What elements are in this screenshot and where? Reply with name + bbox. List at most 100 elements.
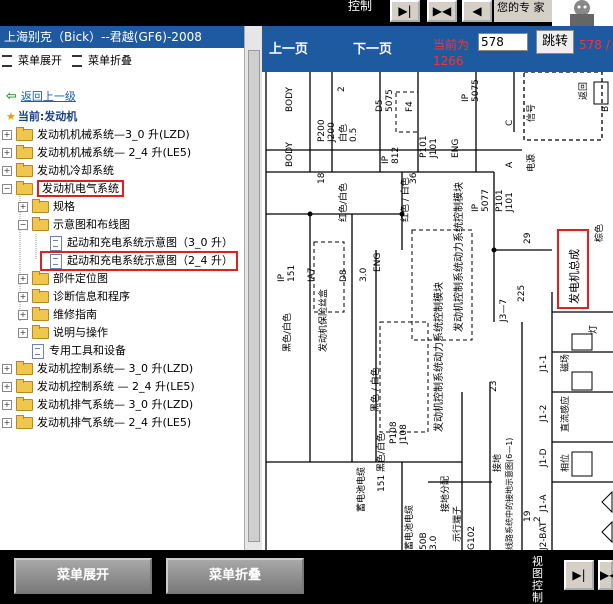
expand-toggle-icon[interactable]: + [18,292,28,302]
diagram-label: 发动机控制系统动力系统控制模块 [432,282,445,432]
diagram-label: 红色/白色 [337,183,349,222]
expand-toggle-icon[interactable]: + [2,364,12,374]
expand-toggle-icon[interactable]: + [18,328,28,338]
folder-icon [32,199,49,213]
diagram-label: 2 [533,516,543,522]
diagram-label: 5075 [385,89,395,112]
wiring-diagram: BODY P200 J200 2 BODY 18 白色 0.5 D5 5075 … [265,72,613,550]
diagram-label: 5077 [481,189,491,212]
diagram-label: 151 黑色/白色 [375,433,387,492]
tree-item[interactable]: + 说明与操作 [18,324,108,342]
tree-item-label: 发动机冷却系统 [37,164,114,177]
jump-button[interactable]: 跳转 [536,30,574,54]
tree-item[interactable]: + 发动机控制系统 — 2_4 升(LE5) [2,378,195,396]
expand-toggle-icon[interactable]: + [2,418,12,428]
tree-item-label: 发动机排气系统— 2_4 升(LE5) [37,416,192,429]
diagram-label: 灯 [588,325,599,334]
expand-toggle-icon[interactable]: + [18,274,28,284]
diagram-label: IP [277,273,287,282]
diagram-label: 5075 [471,79,481,102]
bottom-collapse-button[interactable]: 菜单折叠 [166,558,304,594]
top-next-button[interactable]: ▶| [390,0,420,22]
expert-avatar [552,0,613,26]
tree-item[interactable]: + 部件定位图 [18,270,108,288]
diagram-label: J1-A [539,494,549,513]
diagram-label: J108 [399,424,409,445]
diagram-label: 红色 / 白色 [399,177,411,222]
next-page-button[interactable]: 下一页 [353,38,392,57]
tree-item[interactable]: − 发动机电气系统 [2,180,124,198]
diagram-label: 返回 [577,82,589,100]
tree-item[interactable]: + 发动机排气系统— 2_4 升(LE5) [2,414,191,432]
diagram-label: J2-BAT [539,521,549,550]
current-page-label: 当前为 [433,38,470,52]
diagram-label: 白色 [337,124,349,142]
view-next-button[interactable]: ▶| [564,560,594,590]
tree-item[interactable]: + 维修指南 [18,306,97,324]
folder-icon [16,397,33,411]
diagram-label: J1-D [539,448,549,468]
tree-item-label: 专用工具和设备 [49,344,126,357]
expand-toggle-icon[interactable]: + [2,382,12,392]
page-number-input[interactable] [478,33,528,51]
prev-page-button[interactable]: 上一页 [269,38,308,57]
diagram-label: A [505,161,515,168]
expert-status: 您的专 家 [494,0,552,22]
diagram-label: 23 [489,381,499,392]
top-fit-button[interactable]: ▶◀ [427,0,457,22]
tree-panel: 上海别克（Bick）--君越(GF6)-2008 菜单展开 菜单折叠 ⇦ 返回上一… [0,26,245,550]
collapse-toggle-icon[interactable]: − [2,184,12,194]
tree-item[interactable]: + 发动机冷却系统 [2,162,114,180]
diagram-label: 19 [523,510,533,522]
diagram-label: 50B [419,532,429,550]
generator-label: 发电机总成 [567,249,581,304]
diagram-label: 线路系统中的接地示意图(6—1) [504,438,514,550]
tree-item[interactable]: + 发动机排气系统— 3_0 升(LZD) [2,396,193,414]
diagram-label: J200 [327,122,337,143]
diagram-label: 电源 [525,154,537,172]
tree-item[interactable]: + 规格 [18,198,75,216]
bottom-expand-button[interactable]: 菜单展开 [14,558,152,594]
diagram-label: 3.0 [429,535,439,550]
diagram-label: IA7 [307,267,317,282]
tree-item[interactable]: 专用工具和设备 [32,342,126,360]
expand-toggle-icon[interactable]: + [18,202,28,212]
expand-toggle-icon[interactable]: + [2,130,12,140]
expand-toggle-icon[interactable]: + [2,400,12,410]
tree-item[interactable]: − 示意图和布线图 [18,216,130,234]
expand-toggle-icon[interactable]: + [2,148,12,158]
tree-item-label: 起动和充电系统示意图（2_4 升） [67,254,233,267]
diagram-label: 接地 [491,454,503,472]
mascot-icon [570,0,594,26]
expand-toggle-icon[interactable]: + [2,166,12,176]
folder-icon [16,415,33,429]
folder-icon [32,289,49,303]
page-total-current: 578 / [579,38,610,52]
tree-item[interactable]: + 发动机控制系统— 3_0 升(LZD) [2,360,193,378]
folder-icon [32,271,49,285]
tree-item[interactable]: + 发动机机械系统— 2_4 升(LE5) [2,144,191,162]
expand-toggle-icon[interactable]: + [18,310,28,320]
diagram-label: 接地分配 [439,476,451,512]
tree-item[interactable]: + 发动机机械系统—3_0 升(LZD) [2,126,190,144]
folder-icon [16,379,33,393]
tree-item-selected[interactable]: 起动和充电系统示意图（2_4 升） [40,251,238,271]
diagram-label: J101 [429,138,439,159]
tree-item[interactable]: + 诊断信息和程序 [18,288,130,306]
diagram-label: F4 [405,101,415,112]
diagram-label: P108 [389,421,399,444]
top-prev-button[interactable]: ◀ [462,0,492,22]
tree-item-label: 示意图和布线图 [53,218,130,231]
document-icon [50,253,62,269]
tree-item[interactable]: 起动和充电系统示意图（3_0 升） [50,234,233,252]
diagram-label: IP [381,155,391,164]
diagram-label: 发动机控制系统动力系统控制模块 [452,182,465,332]
collapse-toggle-icon[interactable]: − [18,220,28,230]
diagram-label: 225 [517,285,527,302]
diagram-label: 蓄电池电缆 [403,505,415,550]
scrollbar-thumb[interactable] [248,50,260,542]
diagram-label: D8 [339,269,349,282]
view-fit-button[interactable]: ▶◀ [598,560,613,590]
folder-icon [16,163,33,177]
tree-item-label: 起动和充电系统示意图（3_0 升） [67,236,233,249]
